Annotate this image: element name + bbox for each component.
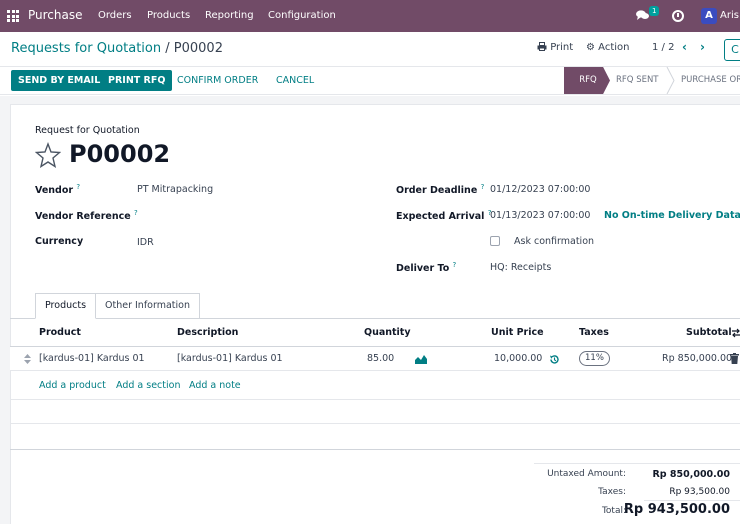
top-navbar: Purchase Orders Products Reporting Confi… <box>0 0 740 32</box>
control-panel: Requests for Quotation / P00002 Print ⚙ … <box>0 32 740 67</box>
taxes-label: Taxes: <box>598 487 626 497</box>
menu-products[interactable]: Products <box>147 10 190 21</box>
vendor-reference-label: Vendor Reference ? <box>35 209 138 223</box>
ask-confirmation-label: Ask confirmation <box>514 236 595 247</box>
cancel-button[interactable]: CANCEL <box>276 70 314 91</box>
table-row-divider <box>10 399 740 400</box>
order-deadline-label: Order Deadline ? <box>396 183 485 197</box>
chat-icon[interactable] <box>636 10 649 20</box>
menu-configuration[interactable]: Configuration <box>268 10 336 21</box>
line-product[interactable]: [kardus-01] Kardus 01 <box>39 353 145 364</box>
order-deadline-field[interactable]: 01/12/2023 07:00:00 <box>490 184 590 195</box>
user-avatar[interactable]: A <box>701 8 717 24</box>
vendor-label: Vendor ? <box>35 183 81 197</box>
pager-previous-icon[interactable]: ‹ <box>682 40 687 54</box>
action-button[interactable]: ⚙ Action <box>586 42 629 53</box>
tax-tag[interactable]: 11% <box>579 351 610 366</box>
line-unit-price[interactable]: 10,000.00 <box>494 353 542 364</box>
on-time-delivery-link[interactable]: No On-time Delivery Data <box>604 210 740 221</box>
gear-icon: ⚙ <box>586 42 595 53</box>
optional-columns-icon[interactable] <box>731 328 740 338</box>
total-value: Rp 943,500.00 <box>623 502 730 517</box>
table-row-divider <box>10 423 740 424</box>
line-subtotal: Rp 850,000.00 <box>662 353 733 364</box>
trash-icon[interactable] <box>730 353 739 364</box>
stage-rfq[interactable]: RFQ <box>564 67 610 94</box>
table-footer-divider <box>10 449 740 450</box>
column-product[interactable]: Product <box>39 327 81 338</box>
column-subtotal[interactable]: Subtotal <box>686 327 732 338</box>
currency-label: Currency <box>35 236 84 247</box>
drag-handle-icon[interactable] <box>24 354 31 364</box>
print-rfq-button[interactable]: PRINT RFQ <box>101 70 173 91</box>
taxes-value: Rp 93,500.00 <box>669 487 730 497</box>
tab-products[interactable]: Products <box>35 293 97 319</box>
totals-top-divider <box>534 463 740 464</box>
tab-other-information[interactable]: Other Information <box>95 293 200 319</box>
deliver-to-field[interactable]: HQ: Receipts <box>490 262 551 273</box>
column-description[interactable]: Description <box>177 327 238 338</box>
action-label: Action <box>598 42 630 53</box>
document-name: P00002 <box>69 140 171 168</box>
apps-menu-icon[interactable] <box>7 10 19 22</box>
pager-value[interactable]: 1 / 2 <box>652 42 674 53</box>
table-row[interactable]: [kardus-01] Kardus 01 [kardus-01] Kardus… <box>10 347 740 371</box>
document-type-label: Request for Quotation <box>35 125 140 136</box>
history-icon[interactable] <box>549 354 560 365</box>
print-button[interactable]: Print <box>537 42 573 53</box>
column-unit-price[interactable]: Unit Price <box>491 327 544 338</box>
help-icon[interactable]: ? <box>76 183 80 191</box>
total-label: Total: <box>601 506 626 516</box>
breadcrumb: Requests for Quotation / P00002 <box>11 41 223 56</box>
column-taxes[interactable]: Taxes <box>579 327 609 338</box>
forecast-chart-icon[interactable] <box>415 354 427 364</box>
chat-counter-badge: 1 <box>649 6 660 16</box>
total-divider <box>644 500 740 501</box>
help-icon[interactable]: ? <box>481 183 485 191</box>
order-lines-header: Product Description Quantity Unit Price … <box>10 319 740 347</box>
breadcrumb-current: P00002 <box>173 41 223 56</box>
printer-icon <box>537 42 547 51</box>
stage-purchase-order[interactable]: PURCHASE OR <box>681 67 740 94</box>
create-button[interactable]: C <box>724 39 740 61</box>
stage-separator-icon <box>666 67 675 94</box>
print-label: Print <box>550 42 574 53</box>
help-icon[interactable]: ? <box>453 261 457 269</box>
app-name[interactable]: Purchase <box>28 8 83 22</box>
star-icon[interactable] <box>35 142 61 168</box>
status-bar: SEND BY EMAIL PRINT RFQ CONFIRM ORDER CA… <box>0 67 740 95</box>
breadcrumb-separator: / <box>165 41 170 56</box>
line-quantity[interactable]: 85.00 <box>367 353 394 364</box>
expected-arrival-field[interactable]: 01/13/2023 07:00:00 <box>490 210 590 221</box>
ask-confirmation-checkbox[interactable] <box>490 236 500 246</box>
currency-field[interactable]: IDR <box>137 237 154 248</box>
column-quantity[interactable]: Quantity <box>364 327 411 338</box>
add-note-link[interactable]: Add a note <box>189 380 241 391</box>
vendor-reference-field[interactable] <box>137 210 337 222</box>
confirm-order-button[interactable]: CONFIRM ORDER <box>177 70 258 91</box>
add-section-link[interactable]: Add a section <box>116 380 180 391</box>
untaxed-amount-value: Rp 850,000.00 <box>652 469 730 480</box>
send-by-email-button[interactable]: SEND BY EMAIL <box>11 70 108 91</box>
stage-rfq-sent[interactable]: RFQ SENT <box>616 67 659 94</box>
user-name[interactable]: Aris <box>720 10 739 21</box>
breadcrumb-parent-link[interactable]: Requests for Quotation <box>11 41 161 56</box>
activity-clock-icon[interactable] <box>672 10 684 22</box>
add-product-link[interactable]: Add a product <box>39 380 106 391</box>
pager-next-icon[interactable]: › <box>700 40 705 54</box>
deliver-to-label: Deliver To ? <box>396 261 457 275</box>
menu-orders[interactable]: Orders <box>98 10 132 21</box>
expected-arrival-label: Expected Arrival ? <box>396 209 492 223</box>
menu-reporting[interactable]: Reporting <box>205 10 254 21</box>
line-description[interactable]: [kardus-01] Kardus 01 <box>177 353 283 364</box>
vendor-field[interactable]: PT Mitrapacking <box>137 184 213 195</box>
untaxed-amount-label: Untaxed Amount: <box>547 469 626 479</box>
